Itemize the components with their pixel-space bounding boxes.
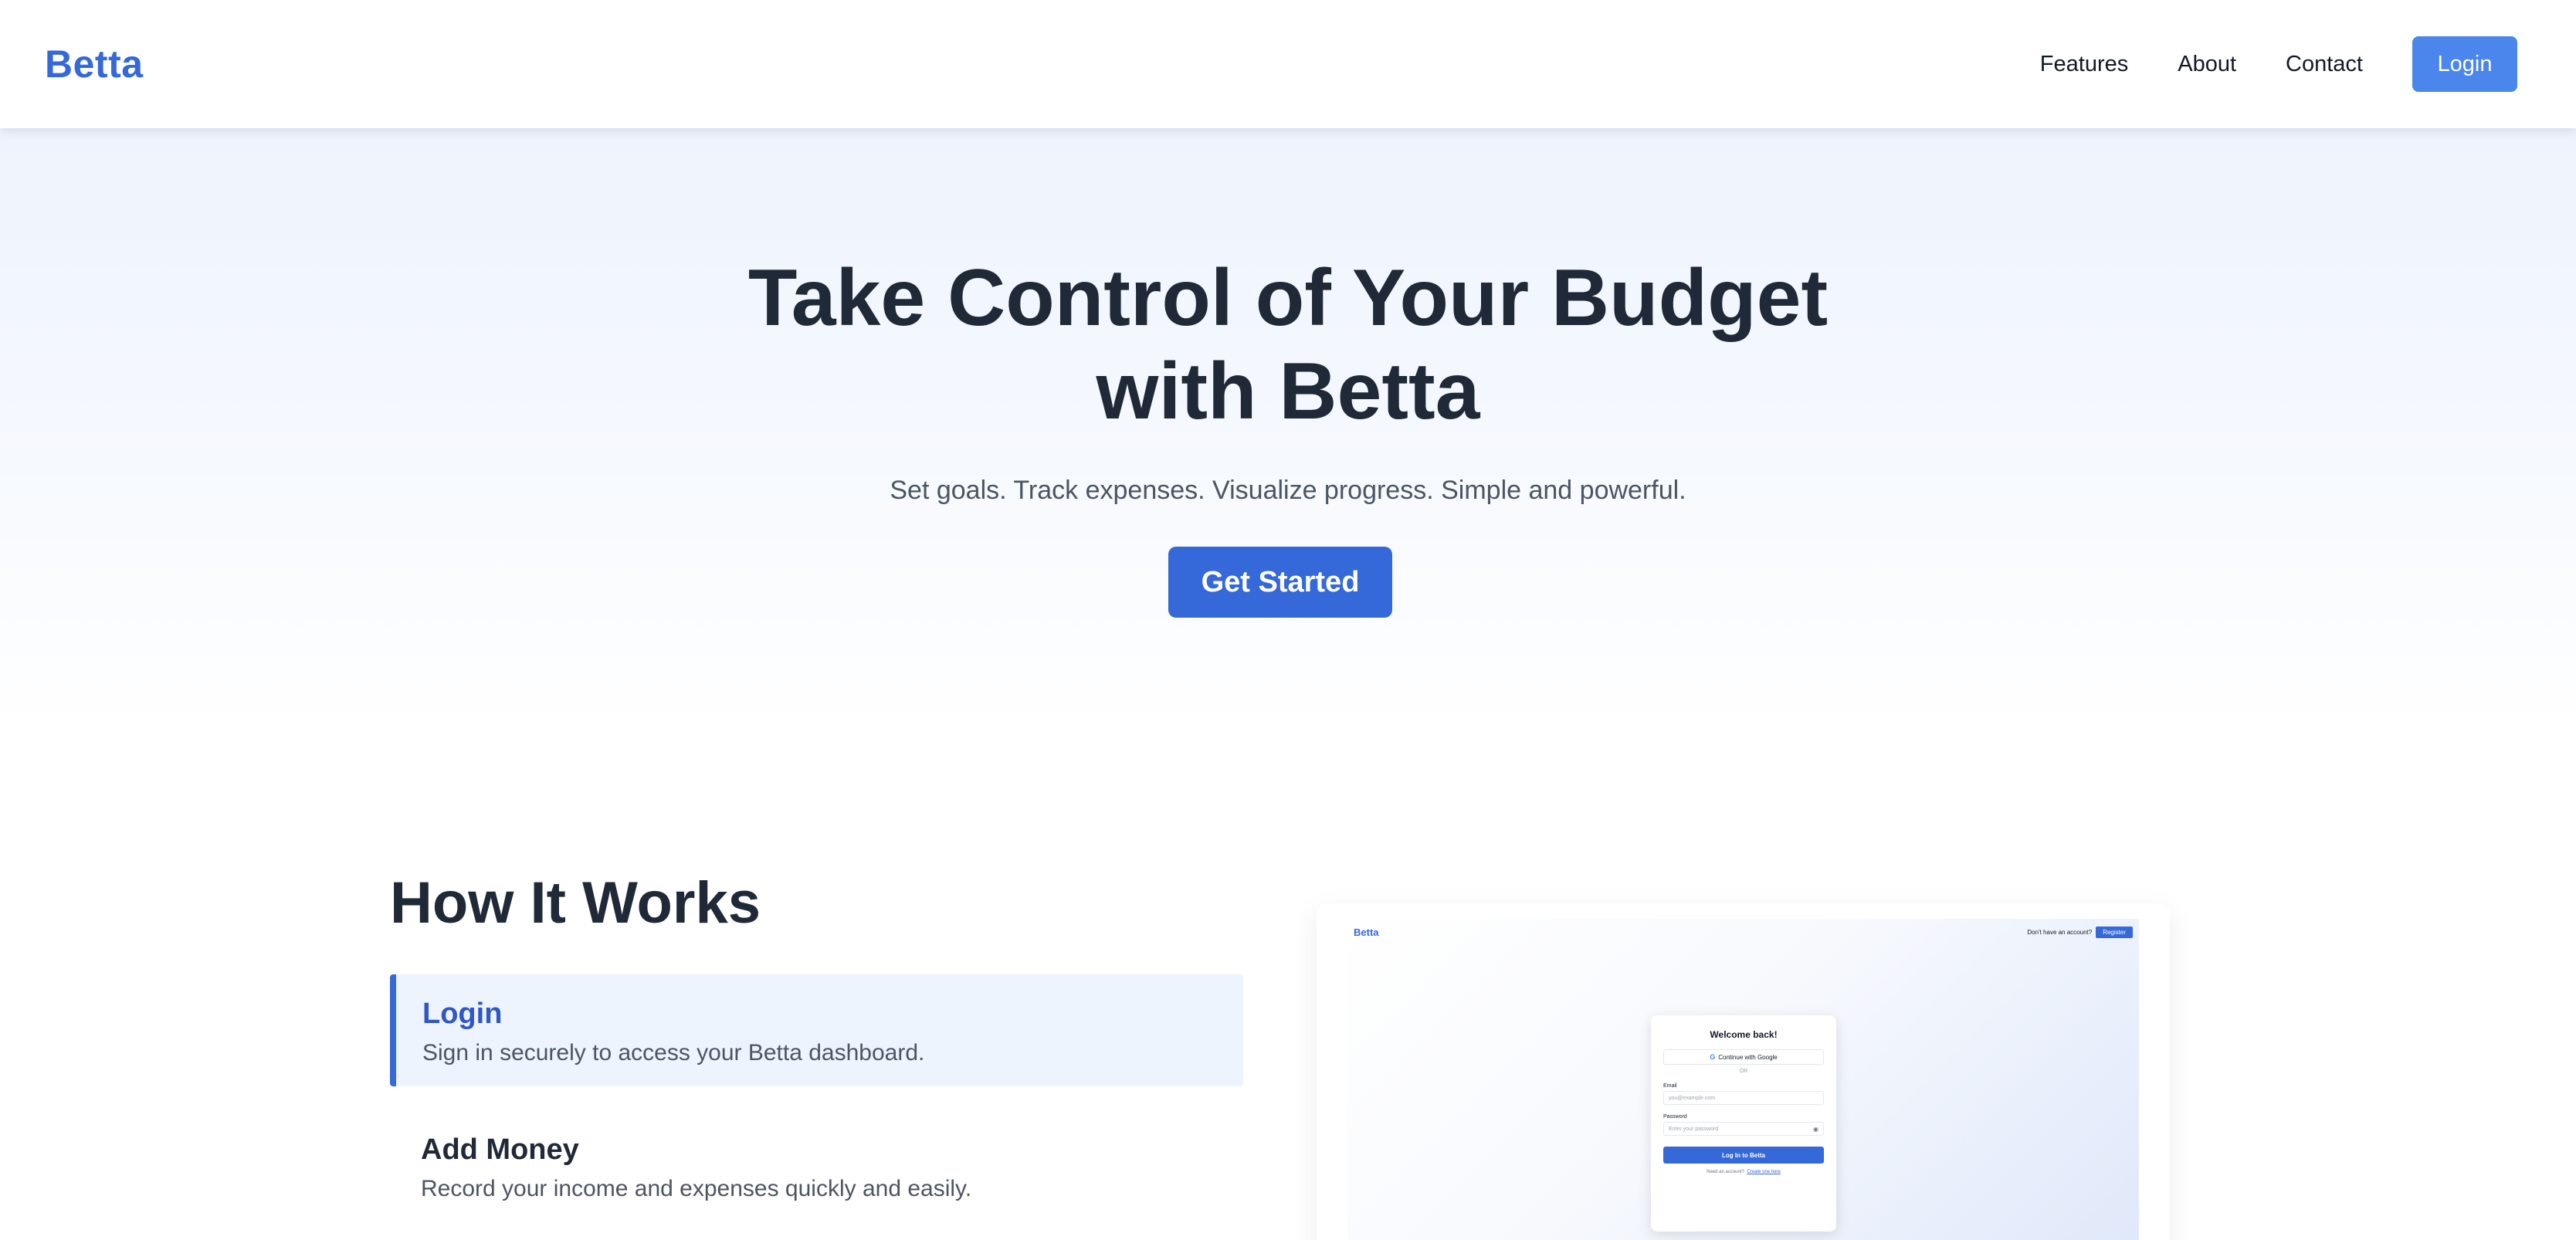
preview-footer-text: Need an account? [1707,1170,1744,1174]
nav-link-about[interactable]: About [2178,52,2236,77]
preview-password-field: Enter your password ◉ [1663,1122,1824,1136]
step-title: Login [422,998,503,1030]
hero-title: Take Control of Your Budget with Betta [747,253,1829,436]
hero-section: Take Control of Your Budget with Betta S… [0,128,2576,730]
preview-register-button: Register [2096,927,2133,938]
step-title: Add Money [421,1133,579,1166]
landing-page: Betta Features About Contact Login Take … [0,0,2576,1240]
preview-topbar-right: Don't have an account? Register [2027,927,2133,938]
preview-welcome-title: Welcome back! [1710,1029,1778,1040]
nav-link-contact[interactable]: Contact [2286,52,2363,77]
login-button[interactable]: Login [2412,36,2517,92]
main-nav: Features About Contact Login [2040,36,2517,92]
how-it-works-title: How It Works [390,870,761,936]
preview-password-label: Password [1663,1114,1687,1120]
eye-icon: ◉ [1813,1126,1818,1133]
step-description: Record your income and expenses quickly … [421,1176,972,1201]
preview-google-label: Continue with Google [1718,1053,1778,1061]
top-header: Betta Features About Contact Login [0,0,2576,128]
preview-email-placeholder: you@example.com [1669,1095,1716,1101]
preview-login-modal: Welcome back! G Continue with Google OR … [1651,1015,1836,1232]
preview-create-link: Create one here [1747,1170,1781,1174]
preview-brand: Betta [1354,927,1379,938]
hero-subtitle: Set goals. Track expenses. Visualize pro… [890,476,1686,505]
login-preview-screenshot: Betta Don't have an account? Register We… [1347,919,2139,1240]
preview-email-field: you@example.com [1663,1091,1824,1105]
app-preview-card: Betta Don't have an account? Register We… [1317,903,2170,1240]
preview-footer: Need an account? Create one here [1663,1170,1824,1174]
nav-link-features[interactable]: Features [2040,52,2128,77]
preview-password-placeholder: Enter your password [1669,1126,1719,1132]
preview-email-label: Email [1663,1083,1677,1089]
step-add-money[interactable]: Add Money Record your income and expense… [390,1110,1243,1222]
brand-logo[interactable]: Betta [45,42,144,86]
preview-submit-button: Log In to Betta [1663,1147,1824,1164]
get-started-button[interactable]: Get Started [1168,547,1392,618]
google-icon: G [1710,1053,1716,1061]
step-login[interactable]: Login Sign in securely to access your Be… [390,974,1243,1086]
step-description: Sign in securely to access your Betta da… [422,1040,925,1066]
preview-divider: OR [1739,1069,1748,1074]
preview-no-account-text: Don't have an account? [2027,929,2093,936]
preview-google-button: G Continue with Google [1663,1049,1824,1065]
